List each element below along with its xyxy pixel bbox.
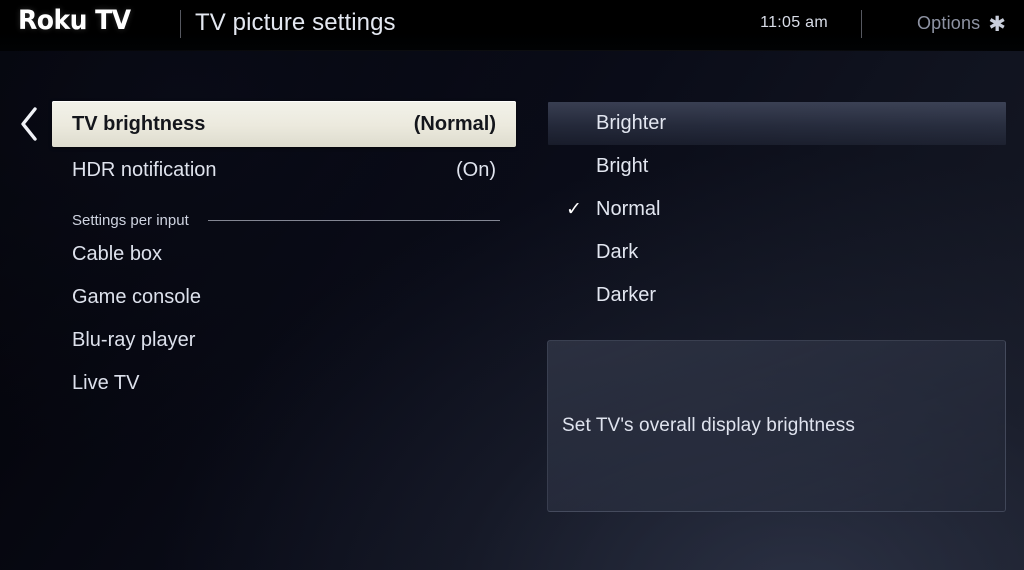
header-bar: Roku TV TV picture settings 11:05 am Opt… bbox=[0, 0, 1024, 51]
header-divider-right bbox=[861, 10, 862, 38]
options-button[interactable]: Options ✱ bbox=[916, 13, 1006, 36]
check-icon: ✓ bbox=[566, 199, 582, 220]
setting-value: (Normal) bbox=[413, 112, 496, 135]
option-row-bright[interactable]: Bright bbox=[548, 145, 1006, 188]
description-text: Set TV's overall display brightness bbox=[562, 415, 855, 436]
settings-list: TV brightness (Normal) HDR notification … bbox=[52, 101, 516, 405]
header-divider-left bbox=[180, 10, 181, 38]
roku-tv-settings-screen: Roku TV TV picture settings 11:05 am Opt… bbox=[0, 0, 1024, 570]
description-panel: Set TV's overall display brightness bbox=[547, 340, 1006, 512]
option-label: Dark bbox=[596, 241, 639, 263]
brightness-options-list: Brighter Bright ✓ Normal Dark Darker bbox=[548, 102, 1006, 317]
setting-label: TV brightness bbox=[72, 112, 206, 135]
input-row-cable-box[interactable]: Cable box bbox=[52, 233, 516, 276]
input-row-live-tv[interactable]: Live TV bbox=[52, 362, 516, 405]
input-label: Blu-ray player bbox=[72, 329, 196, 351]
option-label: Brighter bbox=[596, 112, 667, 134]
option-row-darker[interactable]: Darker bbox=[548, 274, 1006, 317]
option-label: Normal bbox=[596, 198, 661, 220]
option-label: Bright bbox=[596, 155, 649, 177]
setting-value: (On) bbox=[456, 158, 496, 181]
input-row-blu-ray-player[interactable]: Blu-ray player bbox=[52, 319, 516, 362]
asterisk-star-icon: ✱ bbox=[988, 13, 1006, 36]
section-divider bbox=[207, 219, 500, 221]
option-row-dark[interactable]: Dark bbox=[548, 231, 1006, 274]
page-title: TV picture settings bbox=[195, 9, 396, 36]
setting-label: HDR notification bbox=[72, 158, 217, 181]
section-title: Settings per input bbox=[72, 211, 189, 229]
section-header-settings-per-input: Settings per input bbox=[52, 207, 516, 233]
chevron-left-icon[interactable] bbox=[16, 104, 42, 144]
options-label: Options bbox=[916, 13, 981, 33]
input-label: Game console bbox=[72, 286, 201, 308]
input-label: Cable box bbox=[72, 243, 163, 265]
option-row-brighter[interactable]: Brighter bbox=[548, 102, 1006, 145]
input-label: Live TV bbox=[72, 372, 140, 394]
input-row-game-console[interactable]: Game console bbox=[52, 276, 516, 319]
roku-tv-logo: Roku TV bbox=[18, 5, 131, 36]
setting-row-hdr-notification[interactable]: HDR notification (On) bbox=[52, 147, 516, 193]
option-row-normal[interactable]: ✓ Normal bbox=[548, 188, 1006, 231]
setting-row-tv-brightness[interactable]: TV brightness (Normal) bbox=[52, 101, 516, 147]
clock-label: 11:05 am bbox=[760, 14, 828, 31]
option-label: Darker bbox=[596, 284, 657, 306]
